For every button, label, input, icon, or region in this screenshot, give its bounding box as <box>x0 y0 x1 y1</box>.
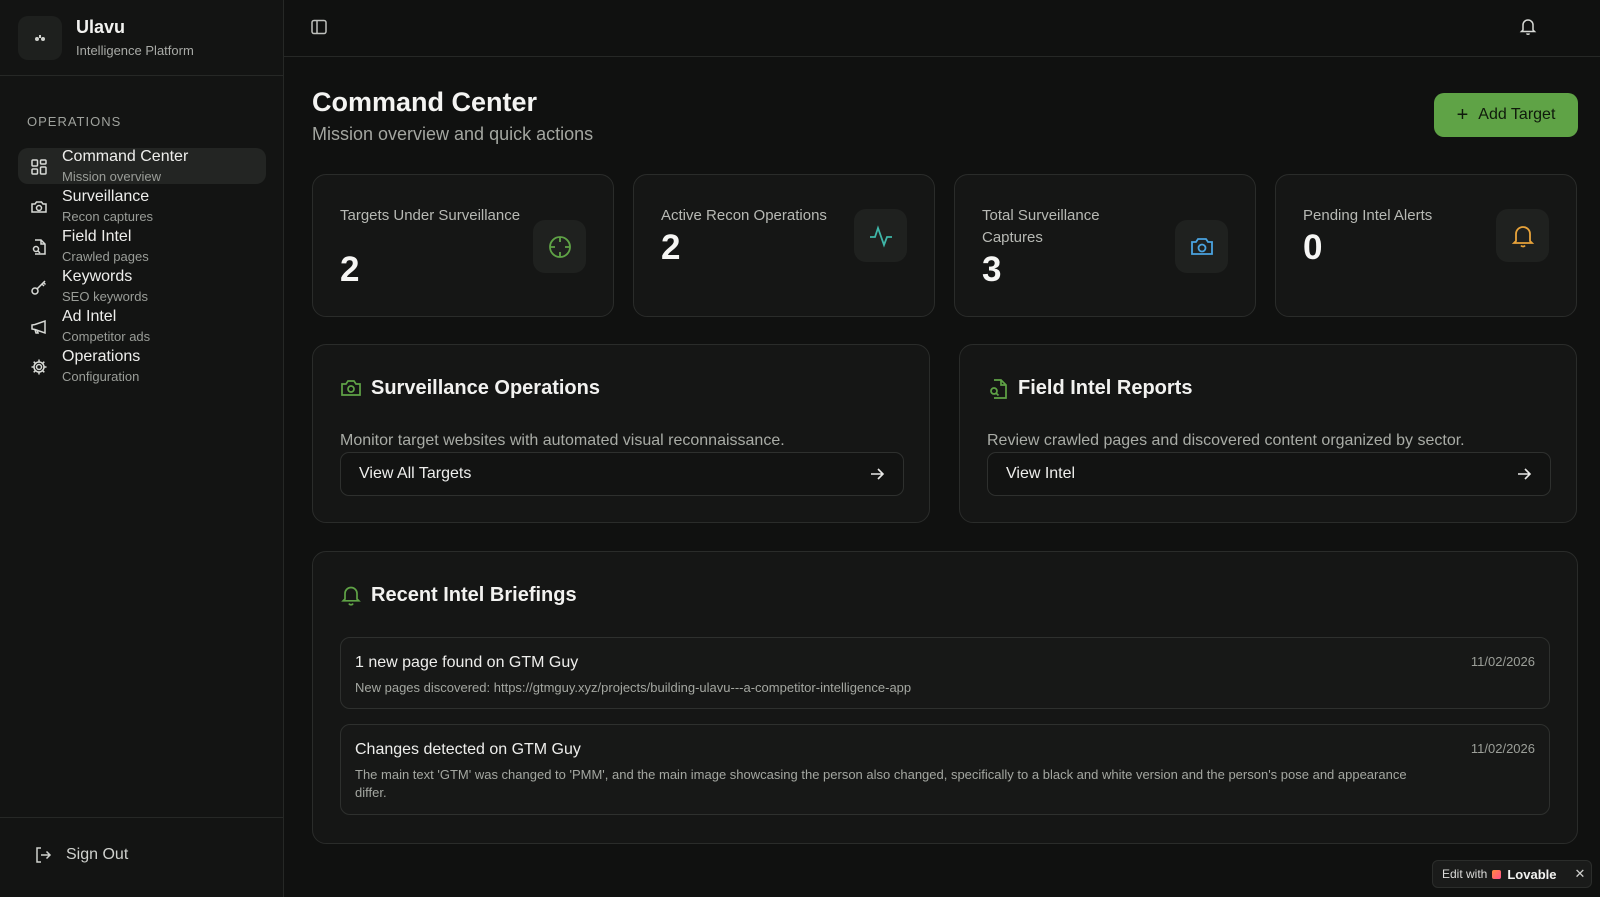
sidebar-item-label: Field Intel <box>62 228 132 245</box>
lovable-logo-icon <box>1492 869 1502 879</box>
arrow-right-icon <box>871 468 885 480</box>
list-item[interactable]: Changes detected on GTM Guy 11/02/2026 T… <box>340 724 1550 815</box>
sign-out-button[interactable]: Sign Out <box>34 846 128 864</box>
stat-icon-box <box>1496 209 1549 262</box>
stat-icon-box <box>533 220 586 273</box>
stat-card-alerts: Pending Intel Alerts 0 <box>1275 174 1577 317</box>
arrow-right-icon <box>1518 468 1532 480</box>
key-icon <box>31 280 47 295</box>
sidebar: Ulavu Intelligence Platform OPERATIONS C… <box>0 0 284 897</box>
bell-icon <box>341 586 361 606</box>
close-icon[interactable]: ✕ <box>1574 866 1585 882</box>
log-out-icon <box>36 847 52 863</box>
sidebar-toggle-icon[interactable] <box>310 18 328 36</box>
list-item[interactable]: 1 new page found on GTM Guy 11/02/2026 N… <box>340 637 1550 709</box>
plus-icon: + <box>1456 104 1469 126</box>
badge-brand: Lovable <box>1507 866 1557 882</box>
stat-label: Total Surveillance Captures <box>982 207 1100 246</box>
sidebar-item-keywords[interactable]: Keywords SEO keywords <box>18 268 266 304</box>
stat-card-targets: Targets Under Surveillance 2 <box>312 174 614 317</box>
sidebar-item-operations[interactable]: Operations Configuration <box>18 348 266 384</box>
briefing-date: 11/02/2026 <box>1470 741 1535 756</box>
add-target-label: Add Target <box>1478 106 1556 123</box>
sidebar-item-label: Operations <box>62 348 141 365</box>
briefing-title: 1 new page found on GTM Guy <box>355 654 579 671</box>
sidebar-item-field-intel[interactable]: Field Intel Crawled pages <box>18 228 266 264</box>
sidebar-nav: Command Center Mission overview Surveill… <box>18 148 266 388</box>
page-title: Command Center <box>312 87 538 117</box>
sidebar-item-label: Surveillance <box>62 188 150 205</box>
sidebar-item-sub: Mission overview <box>62 169 161 184</box>
sidebar-item-label: Command Center <box>62 148 189 165</box>
badge-prefix: Edit with <box>1442 867 1488 881</box>
brand-logo <box>18 15 62 60</box>
stat-label: Active Recon Operations <box>661 207 827 224</box>
recent-intel-briefings-panel: Recent Intel Briefings 1 new page found … <box>312 551 1578 844</box>
panel-description: Review crawled pages and discovered cont… <box>987 432 1465 449</box>
view-all-targets-label: View All Targets <box>359 465 472 482</box>
view-intel-button[interactable]: View Intel <box>987 452 1551 496</box>
add-target-button[interactable]: + Add Target <box>1434 93 1578 137</box>
view-all-targets-button[interactable]: View All Targets <box>340 452 904 496</box>
stat-card-recon: Active Recon Operations 2 <box>633 174 935 317</box>
page-subtitle: Mission overview and quick actions <box>312 124 594 144</box>
briefing-date: 11/02/2026 <box>1470 654 1535 669</box>
sidebar-item-label: Keywords <box>62 268 133 285</box>
stat-label: Targets Under Surveillance <box>340 207 521 224</box>
briefing-title: Changes detected on GTM Guy <box>355 741 581 758</box>
briefings-title: Recent Intel Briefings <box>371 584 577 606</box>
logo-icon <box>35 34 45 41</box>
brand-subtitle: Intelligence Platform <box>76 43 194 58</box>
stat-value: 2 <box>340 250 360 289</box>
edit-with-lovable-badge[interactable]: Edit with Lovable ✕ <box>1432 860 1592 888</box>
file-search-icon <box>32 239 46 255</box>
sidebar-item-sub: Configuration <box>62 369 140 384</box>
stat-label: Pending Intel Alerts <box>1303 207 1433 224</box>
field-intel-reports-panel: Field Intel Reports Review crawled pages… <box>959 344 1577 523</box>
briefing-body: The main text 'GTM' was changed to 'PMM'… <box>355 767 1407 800</box>
sidebar-item-sub: Recon captures <box>62 209 154 224</box>
sidebar-footer: Sign Out <box>0 817 283 897</box>
grid-icon <box>31 159 47 175</box>
panel-title: Field Intel Reports <box>1018 377 1193 399</box>
activity-icon <box>869 224 892 248</box>
brand: Ulavu Intelligence Platform <box>0 0 283 76</box>
top-bar <box>284 0 1600 57</box>
panel-title: Surveillance Operations <box>371 377 600 399</box>
gear-icon <box>31 359 47 375</box>
stat-icon-box <box>854 209 907 262</box>
sidebar-item-sub: SEO keywords <box>62 289 148 304</box>
sidebar-item-sub: Competitor ads <box>62 329 151 344</box>
sidebar-item-sub: Crawled pages <box>62 249 149 264</box>
stat-icon-box <box>1175 220 1228 273</box>
megaphone-icon <box>31 319 46 335</box>
crosshair-icon <box>548 235 571 258</box>
sign-out-label: Sign Out <box>66 846 129 863</box>
sidebar-item-ad-intel[interactable]: Ad Intel Competitor ads <box>18 308 266 344</box>
stat-value: 2 <box>661 228 681 267</box>
sidebar-item-surveillance[interactable]: Surveillance Recon captures <box>18 188 266 224</box>
briefing-body: New pages discovered: https://gtmguy.xyz… <box>355 680 912 695</box>
stat-card-captures: Total Surveillance Captures 3 <box>954 174 1256 317</box>
nav-section-label: OPERATIONS <box>27 114 122 129</box>
camera-icon <box>341 380 361 396</box>
bell-icon <box>1511 225 1534 247</box>
sidebar-item-command-center[interactable]: Command Center Mission overview <box>18 148 266 184</box>
brand-name: Ulavu <box>76 17 126 37</box>
camera-icon <box>31 201 47 213</box>
panel-description: Monitor target websites with automated v… <box>340 432 785 449</box>
sidebar-item-label: Ad Intel <box>62 308 117 325</box>
surveillance-operations-panel: Surveillance Operations Monitor target w… <box>312 344 930 523</box>
view-intel-label: View Intel <box>1006 465 1076 482</box>
notifications-bell-icon[interactable] <box>1518 16 1538 36</box>
camera-icon <box>1190 237 1213 255</box>
file-search-icon <box>990 379 1007 399</box>
stat-value: 3 <box>982 250 1002 289</box>
stat-value: 0 <box>1303 228 1323 267</box>
